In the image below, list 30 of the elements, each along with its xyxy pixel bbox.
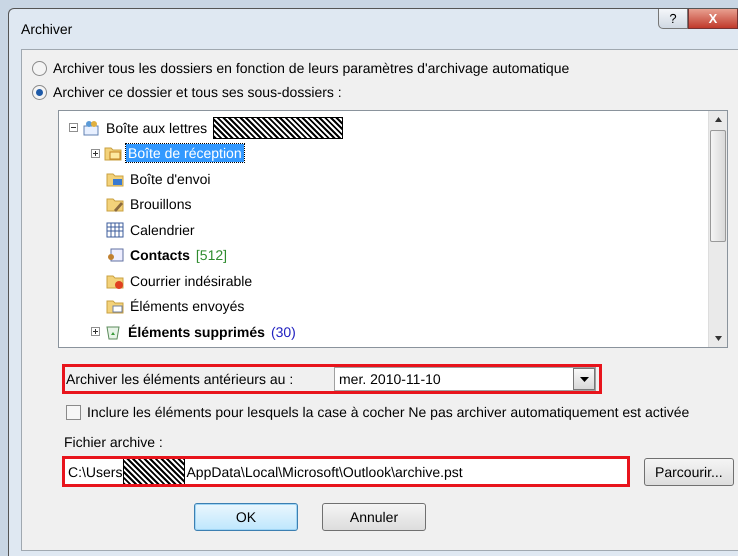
cancel-button[interactable]: Annuler	[322, 503, 426, 531]
radio-button[interactable]	[32, 84, 47, 100]
folder-item[interactable]: Éléments envoyés	[128, 297, 246, 316]
window-title: Archiver	[21, 21, 72, 37]
checkbox[interactable]	[66, 404, 81, 420]
folder-item[interactable]: Brouillons	[128, 195, 194, 214]
folder-item[interactable]: Éléments supprimés	[126, 322, 267, 341]
folder-item[interactable]: Boîte d'envoi	[128, 170, 213, 188]
item-count: (30)	[270, 324, 296, 340]
collapse-icon[interactable]	[69, 123, 78, 132]
folder-item[interactable]: Contacts	[128, 246, 192, 264]
ok-button[interactable]: OK	[194, 503, 298, 531]
folder-item[interactable]: Boîte aux lettres	[104, 118, 210, 137]
radio-button[interactable]	[32, 60, 47, 76]
browse-button[interactable]: Parcourir...	[644, 458, 734, 486]
folder-item[interactable]: Calendrier	[128, 220, 197, 239]
date-dropdown[interactable]: mer. 2010-11-10	[334, 367, 596, 391]
radio-label: Archiver ce dossier et tous ses sous-dossiers :	[52, 83, 343, 101]
folder-item[interactable]: Courrier indésirable	[128, 272, 254, 290]
date-label: Archiver les éléments antérieurs au :	[66, 371, 294, 387]
path-field[interactable]: C:\Users AppData\Local\Microsoft\Outlook\archive.pst	[62, 456, 630, 487]
checkbox-label: Inclure les éléments pour lesquels la case à cocher Ne pas archiver automatiquement est activée	[87, 404, 690, 420]
field-label: Fichier archive :	[64, 434, 164, 450]
expand-icon[interactable]	[91, 327, 100, 336]
caret-icon	[580, 376, 588, 382]
item-count: [512]	[196, 247, 228, 264]
scrollbar[interactable]	[708, 111, 727, 347]
help-button[interactable]: ?	[658, 9, 688, 29]
radio-label: Archiver tous les dossiers en fonction de leurs paramètres d'archivage automatique	[52, 59, 570, 77]
expand-icon[interactable]	[91, 148, 100, 158]
